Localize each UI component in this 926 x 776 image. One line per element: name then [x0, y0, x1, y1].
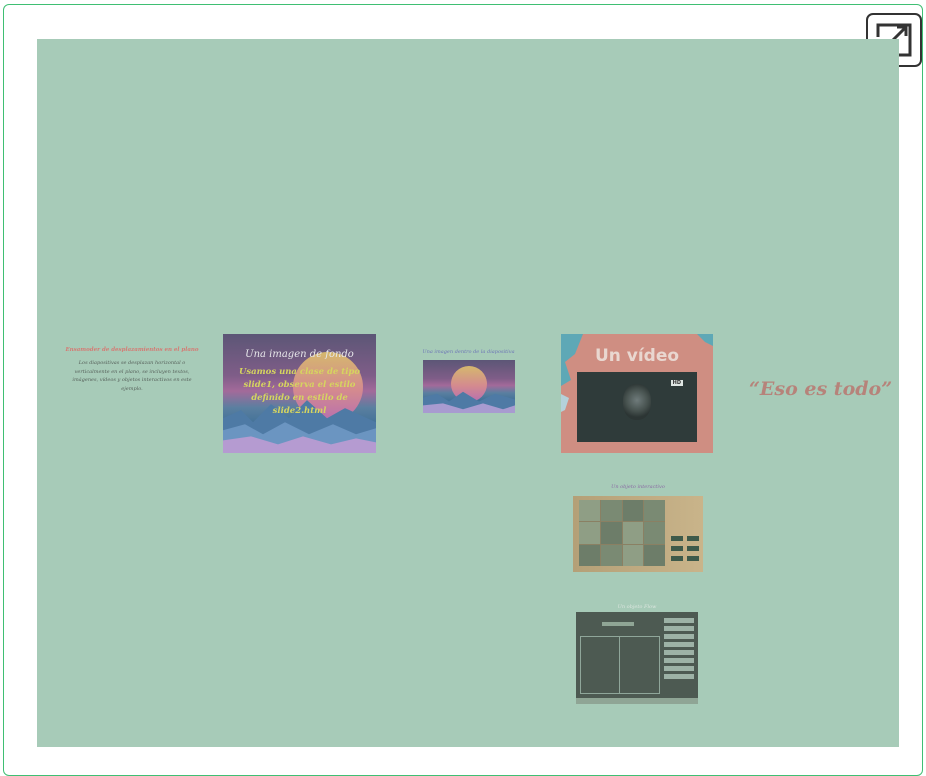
object-controls[interactable] — [662, 616, 696, 694]
intro-body: Los diapositivas se desplazan horizontal… — [72, 360, 192, 392]
puzzle-button[interactable] — [687, 546, 699, 551]
background-image-slide[interactable]: Una imagen de fondo Usamos una clase de … — [223, 334, 376, 453]
video-title: Un vídeo — [594, 346, 680, 366]
video-slide[interactable]: Un vídeo HD — [561, 334, 713, 453]
puzzle-button[interactable] — [687, 536, 699, 541]
image-mountains — [423, 391, 515, 413]
puzzle-button[interactable] — [671, 556, 683, 561]
object-toolbar[interactable] — [602, 622, 634, 626]
object-canvas[interactable] — [580, 636, 660, 694]
object-status-bar — [576, 698, 698, 704]
puzzle-button[interactable] — [671, 546, 683, 551]
puzzle-button[interactable] — [671, 536, 683, 541]
video-player[interactable]: HD — [577, 372, 697, 442]
puzzle-caption: Un objeto interactivo — [611, 484, 665, 490]
background-slide-title: Una imagen de fondo — [245, 349, 354, 360]
interactive-object-slide[interactable] — [576, 612, 698, 704]
image-slide-caption: Una imagen dentro de la diapositiva — [422, 349, 515, 355]
intro-slide[interactable]: Ensamoder de desplazamientos en el plano… — [62, 347, 202, 393]
interactive-object-caption: Un objeto Flow — [617, 604, 657, 610]
background-slide-body: Usamos una clase de tipo slide1, observa… — [238, 367, 361, 416]
intro-title: Ensamoder de desplazamientos en el plano — [65, 347, 199, 353]
hd-badge: HD — [670, 380, 683, 386]
ending-text: “Eso es todo” — [749, 378, 893, 400]
video-thumbnail — [623, 384, 651, 420]
image-slide[interactable] — [423, 360, 515, 413]
puzzle-button[interactable] — [687, 556, 699, 561]
puzzle-slide[interactable] — [573, 496, 703, 572]
puzzle-grid[interactable] — [579, 500, 665, 566]
